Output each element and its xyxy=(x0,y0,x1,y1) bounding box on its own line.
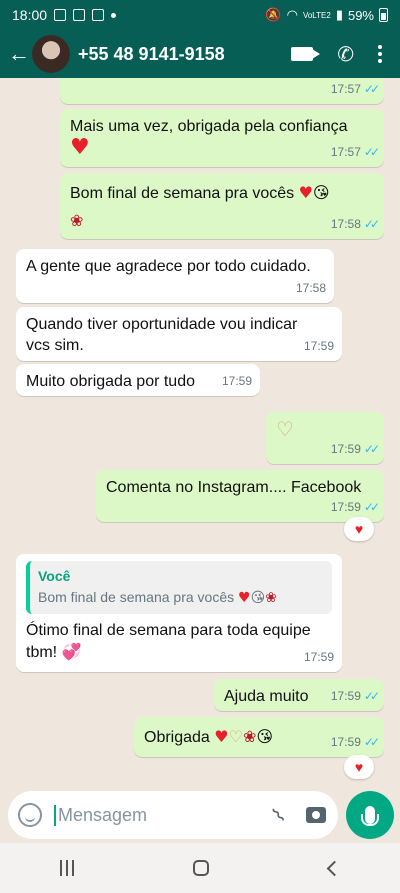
message-bubble[interactable]: Quando tiver oportunidade vou indicar vc… xyxy=(16,307,342,361)
message-time: 17:58 xyxy=(295,281,326,295)
heart-emoji: ♥ xyxy=(238,590,251,606)
calendar-icon xyxy=(92,9,105,21)
read-ticks-icon: ✓✓ xyxy=(363,82,380,96)
recent-apps-icon[interactable] xyxy=(59,860,74,876)
contact-name[interactable]: +55 48 9141-9158 xyxy=(78,44,291,65)
emoji-icon[interactable] xyxy=(18,803,42,827)
message-time: 17:57 xyxy=(330,82,361,96)
home-icon[interactable] xyxy=(193,860,210,876)
rose-emoji: ❀ xyxy=(265,590,277,606)
quoted-message[interactable]: Você Bom final de semana pra vocês ♥😘❀ xyxy=(26,561,332,614)
message-bubble[interactable]: Você Bom final de semana pra vocês ♥😘❀ Ó… xyxy=(16,554,342,672)
message-list[interactable]: ♥ 17:57✓✓ Mais uma vez, obrigada pela co… xyxy=(0,78,400,788)
signal-icon: ▮ xyxy=(335,7,343,22)
message-time: 17:59 xyxy=(330,500,361,514)
video-call-icon[interactable] xyxy=(291,47,321,61)
message-text: Bom final de semana pra vocês xyxy=(70,185,295,202)
message-input[interactable]: Mensagem xyxy=(54,804,274,826)
heart-emoji: ♥ xyxy=(214,727,229,746)
back-arrow-icon[interactable]: ← xyxy=(0,41,30,67)
message-text: Comenta no Instagram.... Facebook xyxy=(106,479,362,496)
message-time: 17:59 xyxy=(303,650,334,664)
network-label: VoLTE2 xyxy=(302,10,331,20)
heart-reaction[interactable]: ♥ xyxy=(344,517,374,541)
message-bubble[interactable]: Bom final de semana pra vocês ♥😘 ❀ 17:58… xyxy=(60,173,384,239)
phone-call-icon[interactable]: ✆ xyxy=(337,42,354,67)
status-time: 18:00 xyxy=(12,7,48,23)
message-text: Quando tiver oportunidade vou indicar xyxy=(26,316,298,333)
message-time: 17:59 xyxy=(303,339,334,353)
message-bubble[interactable]: ♡ 17:59 ✓✓ xyxy=(266,412,384,464)
message-time: 17:57 xyxy=(330,145,361,159)
battery-percent: 59% xyxy=(347,7,374,23)
message-text: Mais uma vez, obrigada pela confiança xyxy=(70,118,348,135)
message-time: 17:58 xyxy=(330,217,361,231)
heart-emoji: ♥ xyxy=(298,183,313,202)
heart-emoji: ♥ xyxy=(70,78,84,83)
message-text: Ótimo final de semana para toda equipe xyxy=(26,622,311,639)
notification-icon xyxy=(54,9,67,21)
chat-header: ← +55 48 9141-9158 ✆ xyxy=(0,30,400,78)
wifi-icon: ◠ xyxy=(286,7,298,22)
message-text: tbm! xyxy=(26,644,58,661)
hearts-emoji: 💞 xyxy=(61,642,82,661)
message-field[interactable]: Mensagem ⌇ xyxy=(8,791,338,839)
status-bar: 18:00 🔕 ◠ VoLTE2 ▮ 59% xyxy=(0,0,400,30)
message-text: Obrigada xyxy=(144,729,210,746)
kiss-emoji: 😘 xyxy=(256,727,274,746)
kiss-emoji: 😘 xyxy=(312,183,330,202)
message-bubble[interactable]: Comenta no Instagram.... Facebook 17:59 ✓… xyxy=(96,470,384,522)
avatar[interactable] xyxy=(32,35,70,73)
back-icon[interactable] xyxy=(326,860,343,876)
rose-emoji: ❀ xyxy=(70,211,84,230)
message-bubble[interactable]: ♥ 17:57✓✓ xyxy=(60,78,384,104)
heart-hands-emoji: ♡ xyxy=(276,417,294,441)
message-text: A gente que agradece por todo cuidado. xyxy=(26,258,311,275)
composer: Mensagem ⌇ xyxy=(0,788,400,843)
message-time: 17:59 xyxy=(330,735,361,749)
heart-hands-emoji: ♡ xyxy=(228,727,243,746)
message-time: 17:59 xyxy=(221,374,252,388)
mic-icon xyxy=(361,806,379,826)
quote-author: Você xyxy=(38,568,71,584)
message-text: Muito obrigada por tudo xyxy=(26,373,195,390)
kiss-emoji: 😘 xyxy=(250,590,266,606)
heart-emoji: ♥ xyxy=(70,135,90,160)
message-bubble[interactable]: Mais uma vez, obrigada pela confiança ♥ … xyxy=(60,109,384,167)
read-ticks-icon: ✓✓ xyxy=(363,442,380,456)
read-ticks-icon: ✓✓ xyxy=(363,735,380,749)
message-bubble[interactable]: Muito obrigada por tudo 17:59 xyxy=(16,364,260,396)
message-bubble[interactable]: Obrigada ♥♡❀😘 17:59 ✓✓ xyxy=(134,717,384,757)
read-ticks-icon: ✓✓ xyxy=(363,500,380,514)
image-icon xyxy=(73,9,86,21)
message-time: 17:59 xyxy=(330,442,361,456)
quote-text: Bom final de semana pra vocês xyxy=(38,589,235,605)
battery-icon xyxy=(379,8,388,22)
message-text: vcs sim. xyxy=(26,337,84,354)
read-ticks-icon: ✓✓ xyxy=(363,145,380,159)
rose-emoji: ❀ xyxy=(242,727,257,746)
more-options-icon[interactable] xyxy=(378,45,382,63)
mute-icon: 🔕 xyxy=(265,7,282,22)
read-ticks-icon: ✓✓ xyxy=(363,689,380,703)
message-time: 17:59 xyxy=(330,689,361,703)
message-bubble[interactable]: A gente que agradece por todo cuidado. 1… xyxy=(16,249,334,303)
heart-reaction[interactable]: ♥ xyxy=(344,755,374,779)
mic-button[interactable] xyxy=(346,791,394,839)
camera-icon[interactable] xyxy=(306,807,326,823)
read-ticks-icon: ✓✓ xyxy=(363,217,380,231)
dot-icon xyxy=(111,12,117,18)
system-nav-bar xyxy=(0,843,400,893)
message-bubble[interactable]: Ajuda muito 17:59 ✓✓ xyxy=(214,679,384,711)
